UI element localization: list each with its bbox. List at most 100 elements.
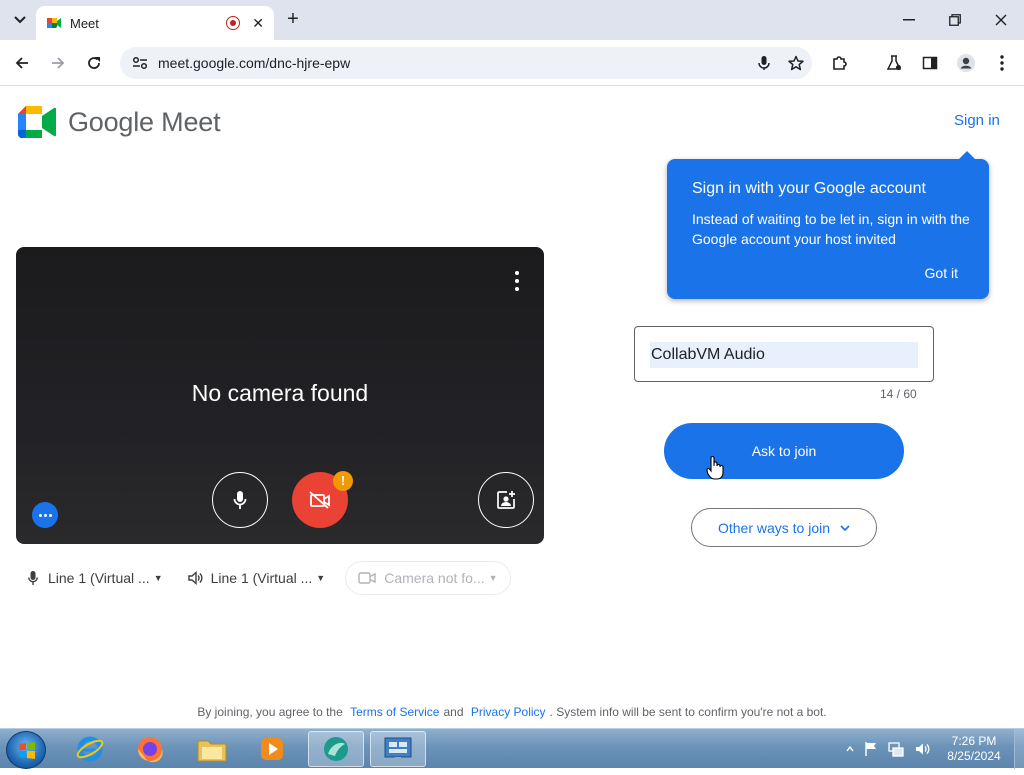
chevron-down-icon xyxy=(840,524,850,531)
folder-icon xyxy=(197,740,227,762)
site-info-icon[interactable] xyxy=(124,56,156,70)
microphone-select[interactable]: Line 1 (Virtual ... ▼ xyxy=(16,561,175,595)
microphone-search-icon[interactable] xyxy=(748,55,780,71)
sign-in-tooltip: Sign in with your Google account Instead… xyxy=(667,151,989,299)
name-input[interactable] xyxy=(650,342,918,368)
windows-taskbar: 7:26 PM 8/25/2024 xyxy=(0,728,1024,769)
dropdown-arrow-icon: ▼ xyxy=(153,573,163,583)
footer-and: and xyxy=(443,705,464,719)
puzzle-icon xyxy=(833,56,847,70)
name-field[interactable] xyxy=(634,326,934,382)
preview-options-button[interactable] xyxy=(512,271,522,291)
google-meet-logo: Google Meet xyxy=(18,106,221,138)
restore-button[interactable] xyxy=(932,8,978,32)
extensions-button[interactable] xyxy=(828,51,852,75)
more-options-button[interactable] xyxy=(32,502,58,528)
footer-prefix: By joining, you agree to the xyxy=(197,705,343,719)
taskbar-clock[interactable]: 7:26 PM 8/25/2024 xyxy=(944,734,1004,764)
more-vertical-icon xyxy=(1000,55,1004,71)
control-panel-icon xyxy=(384,737,412,760)
back-button[interactable] xyxy=(10,51,34,75)
internet-explorer-icon xyxy=(76,736,104,762)
labs-button[interactable] xyxy=(882,51,906,75)
close-window-button[interactable] xyxy=(978,8,1024,32)
got-it-button[interactable]: Got it xyxy=(925,265,958,281)
device-selectors: Line 1 (Virtual ... ▼ Line 1 (Virtual ..… xyxy=(16,561,511,595)
privacy-policy-link[interactable]: Privacy Policy xyxy=(471,705,546,719)
camera-icon xyxy=(358,572,376,584)
browser-tab-meet[interactable]: Meet ✕ xyxy=(36,6,274,40)
side-panel-button[interactable] xyxy=(918,51,942,75)
close-icon xyxy=(995,14,1007,26)
speaker-select[interactable]: Line 1 (Virtual ... ▼ xyxy=(175,561,338,595)
taskbar-firefox[interactable] xyxy=(122,731,178,767)
browser-toolbar: meet.google.com/dnc-hjre-epw xyxy=(0,40,1024,86)
microphone-icon xyxy=(28,571,38,585)
tooltip-title: Sign in with your Google account xyxy=(692,180,926,197)
footer-suffix: . System info will be sent to confirm yo… xyxy=(549,705,827,719)
volume-icon[interactable] xyxy=(914,741,930,757)
side-panel-icon xyxy=(922,56,938,70)
profile-button[interactable] xyxy=(954,51,978,75)
microphone-icon xyxy=(233,491,247,509)
minimize-icon xyxy=(903,19,915,21)
show-hidden-icons-icon[interactable] xyxy=(846,746,854,752)
reload-button[interactable] xyxy=(82,51,106,75)
browser-menu-button[interactable] xyxy=(990,51,1014,75)
visual-effects-button[interactable] xyxy=(478,472,534,528)
dropdown-arrow-icon: ▼ xyxy=(316,573,326,583)
no-camera-message: No camera found xyxy=(191,380,369,406)
arrow-left-icon xyxy=(15,57,28,69)
restore-icon xyxy=(949,14,961,26)
camera-warning-badge: ! xyxy=(333,471,353,491)
taskbar-internet-explorer[interactable] xyxy=(62,731,118,767)
tab-search-button[interactable] xyxy=(8,8,32,32)
firefox-icon xyxy=(138,737,163,763)
dropdown-arrow-icon: ▼ xyxy=(488,573,498,583)
portrait-sparkle-icon xyxy=(497,491,515,509)
microphone-toggle-button[interactable] xyxy=(212,472,268,528)
microphone-select-label: Line 1 (Virtual ... xyxy=(48,570,150,586)
taskbar-media-player[interactable] xyxy=(244,731,300,767)
taskbar-control-panel[interactable] xyxy=(370,731,426,767)
tab-close-icon[interactable]: ✕ xyxy=(252,15,264,32)
tab-strip: Meet ✕ + xyxy=(0,0,1024,40)
taskbar-explorer[interactable] xyxy=(184,731,240,767)
recording-indicator-icon xyxy=(226,16,241,30)
bookmark-star-icon[interactable] xyxy=(780,55,812,71)
show-desktop-button[interactable] xyxy=(1014,729,1024,769)
character-counter: 14 / 60 xyxy=(880,387,917,401)
video-preview: No camera found ! xyxy=(16,247,544,544)
network-icon[interactable] xyxy=(888,741,904,757)
camera-select-label: Camera not fo... xyxy=(384,570,485,586)
arrow-right-icon xyxy=(52,57,65,69)
camera-off-icon xyxy=(309,491,330,509)
terms-footer: By joining, you agree to the Terms of Se… xyxy=(0,705,1024,719)
taskbar-chrome-active[interactable] xyxy=(308,731,364,767)
action-center-flag-icon[interactable] xyxy=(864,741,878,757)
ask-to-join-button[interactable]: Ask to join xyxy=(664,423,904,479)
clock-date: 8/25/2024 xyxy=(947,749,1001,763)
new-tab-button[interactable]: + xyxy=(282,9,304,31)
address-bar[interactable]: meet.google.com/dnc-hjre-epw xyxy=(120,47,812,79)
system-tray xyxy=(846,741,930,757)
tooltip-body: Instead of waiting to be let in, sign in… xyxy=(692,211,970,247)
flask-icon xyxy=(886,55,902,70)
camera-select[interactable]: Camera not fo... ▼ xyxy=(345,561,511,595)
terms-of-service-link[interactable]: Terms of Service xyxy=(350,705,439,719)
minimize-button[interactable] xyxy=(886,8,932,32)
start-button[interactable] xyxy=(6,731,46,769)
forward-button[interactable] xyxy=(46,51,70,75)
reload-icon xyxy=(88,57,100,69)
avatar-icon xyxy=(957,54,975,72)
browser-app-icon xyxy=(324,737,348,761)
url-text: meet.google.com/dnc-hjre-epw xyxy=(158,55,351,71)
meet-favicon-icon xyxy=(47,18,61,28)
chevron-down-icon xyxy=(14,16,26,24)
sign-in-link[interactable]: Sign in xyxy=(954,112,1000,129)
windows-logo-icon xyxy=(19,742,35,759)
ask-to-join-label: Ask to join xyxy=(751,443,817,459)
other-ways-to-join-button[interactable]: Other ways to join xyxy=(691,508,877,547)
hand-cursor-icon xyxy=(706,456,724,480)
clock-time: 7:26 PM xyxy=(951,734,997,748)
